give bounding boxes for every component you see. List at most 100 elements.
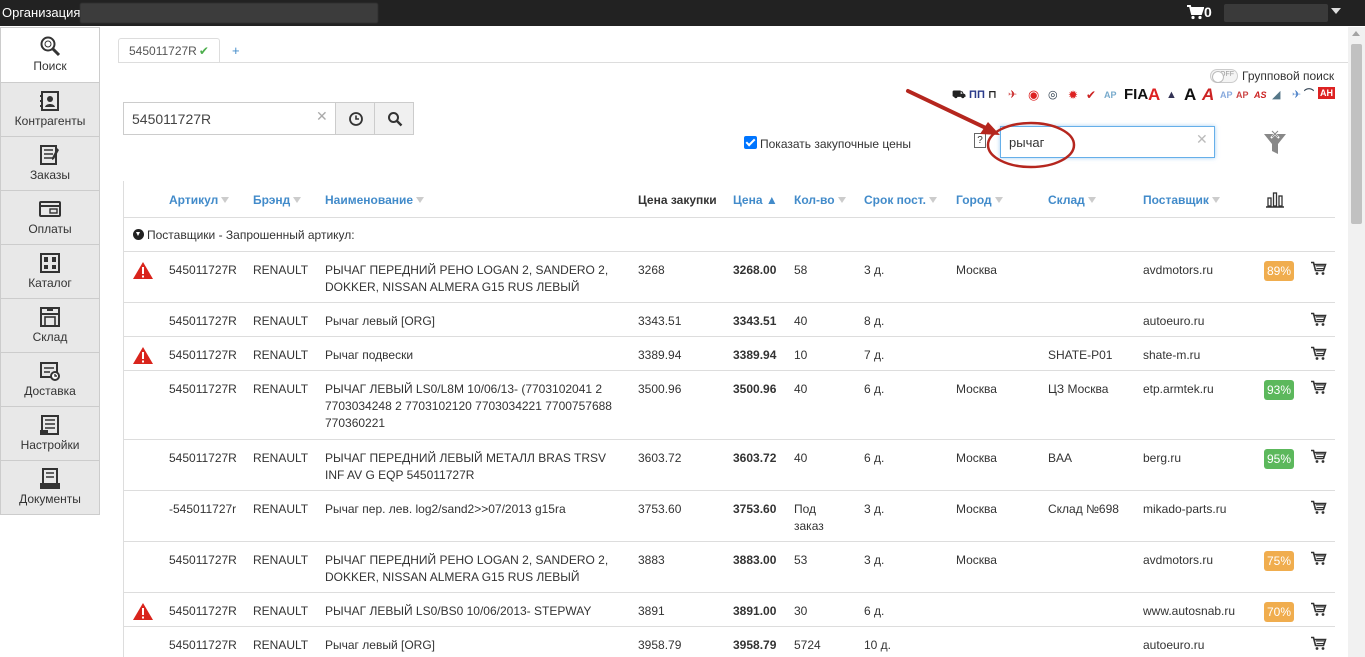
- column-header-supplier[interactable]: Поставщик: [1143, 193, 1220, 207]
- column-header-warehouse[interactable]: Склад: [1048, 193, 1096, 207]
- cell-qty: 5724: [794, 638, 821, 652]
- clear-icon[interactable]: ✕: [1196, 131, 1208, 148]
- brand-logo[interactable]: ✹: [1068, 86, 1078, 104]
- table-row[interactable]: 545011727R RENAULT Рычаг левый [ORG] 3343.5…: [124, 303, 1335, 337]
- cell-city: Москва: [956, 382, 997, 396]
- brand-logo[interactable]: ⊓: [988, 86, 997, 104]
- brand-logo[interactable]: ◢: [1272, 86, 1280, 104]
- user-menu[interactable]: [1224, 4, 1328, 22]
- cell-purchase: 3268: [638, 263, 665, 277]
- cell-term: 3 д.: [864, 502, 885, 516]
- brand-logo[interactable]: ✔: [1086, 86, 1096, 104]
- reset-filter-icon[interactable]: [1263, 128, 1287, 159]
- table-row[interactable]: 545011727R RENAULT РЫЧАГ ПЕРЕДНИЙ ЛЕВЫЙ МЕ…: [124, 440, 1335, 491]
- brand-logo[interactable]: A: [1184, 86, 1196, 104]
- rating-badge: 75%: [1264, 551, 1294, 571]
- brand-logo[interactable]: AP: [1104, 86, 1117, 104]
- search-button[interactable]: [374, 102, 414, 135]
- column-header-term[interactable]: Срок пост.: [864, 193, 937, 207]
- sidebar-item-orders[interactable]: Заказы: [0, 137, 100, 191]
- warning-icon: [132, 261, 154, 283]
- add-to-cart-icon[interactable]: [1310, 261, 1327, 279]
- cart-button[interactable]: 0: [1186, 4, 1212, 20]
- brand-logo[interactable]: ✈: [1292, 86, 1301, 104]
- table-row[interactable]: 545011727R RENAULT РЫЧАГ ЛЕВЫЙ LS0/L8M 10/…: [124, 371, 1335, 440]
- name-filter-input[interactable]: [1000, 126, 1215, 158]
- brand-logo[interactable]: FIA: [1124, 86, 1148, 104]
- add-to-cart-icon[interactable]: [1310, 449, 1327, 467]
- brand-logo[interactable]: AP: [1236, 86, 1249, 104]
- article-search: ✕: [123, 102, 414, 135]
- brand-logo[interactable]: ◉: [1028, 86, 1039, 104]
- cell-qty: 40: [794, 451, 808, 465]
- column-header-city[interactable]: Город: [956, 193, 1003, 207]
- vertical-scrollbar[interactable]: [1348, 27, 1365, 657]
- add-to-cart-icon[interactable]: [1310, 602, 1327, 620]
- show-purchase-prices-checkbox[interactable]: [744, 136, 757, 149]
- table-row[interactable]: 545011727R RENAULT РЫЧАГ ПЕРЕДНИЙ РЕНО LOG…: [124, 252, 1335, 303]
- brand-logo[interactable]: AS: [1254, 86, 1267, 104]
- org-selector[interactable]: [80, 3, 378, 23]
- brand-logo[interactable]: A: [1202, 86, 1214, 104]
- cell-supplier: berg.ru: [1143, 451, 1182, 465]
- chevron-down-icon[interactable]: [1331, 8, 1341, 14]
- sidebar-item-contacts[interactable]: Контрагенты: [0, 83, 100, 137]
- settings-icon: [40, 415, 59, 435]
- tab-search-result[interactable]: 545011727R ✔: [118, 38, 220, 63]
- column-header-qty[interactable]: Кол-во: [794, 193, 846, 207]
- clock-icon: [349, 112, 363, 126]
- sidebar-item-payments[interactable]: Оплаты: [0, 191, 100, 245]
- cell-price: 3603.72: [733, 451, 777, 465]
- add-to-cart-icon[interactable]: [1310, 500, 1327, 518]
- brand-logo[interactable]: ✈: [1008, 86, 1017, 104]
- brand-logo[interactable]: AH: [1318, 87, 1335, 99]
- sidebar-item-warehouse[interactable]: Склад: [0, 299, 100, 353]
- help-icon[interactable]: ?: [974, 133, 986, 148]
- brand-logo[interactable]: A: [1148, 86, 1160, 104]
- sidebar-item-delivery[interactable]: Доставка: [0, 353, 100, 407]
- brand-logo[interactable]: AP: [1220, 86, 1233, 104]
- brand-logo[interactable]: ΠΠ: [969, 86, 985, 104]
- brand-logo[interactable]: ⌒: [1304, 86, 1314, 104]
- table-row[interactable]: 545011727R RENAULT Рычаг подвески 3389.94 33…: [124, 337, 1335, 371]
- group-search-label: Групповой поиск: [1242, 69, 1335, 83]
- add-tab-button[interactable]: +: [232, 43, 240, 58]
- table-row[interactable]: 545011727R RENAULT РЫЧАГ ЛЕВЫЙ LS0/BS0 10/…: [124, 593, 1335, 627]
- cell-name: Рычаг левый [ORG]: [325, 314, 435, 328]
- brand-logo[interactable]: ⛟: [952, 86, 966, 104]
- supplier-group-header[interactable]: Поставщики - Запрошенный артикул:: [124, 218, 1335, 252]
- brand-logo[interactable]: ▲: [1166, 86, 1177, 104]
- bar-chart-icon[interactable]: [1265, 191, 1285, 208]
- orders-icon: [40, 145, 59, 165]
- sidebar-item-search[interactable]: Поиск: [0, 27, 100, 83]
- column-header-brand[interactable]: Брэнд: [253, 193, 302, 207]
- column-header-name[interactable]: Наименование: [325, 193, 425, 207]
- top-bar: Организация: 0: [0, 0, 1365, 26]
- add-to-cart-icon[interactable]: [1310, 551, 1327, 569]
- add-to-cart-icon[interactable]: [1310, 312, 1327, 330]
- column-header-price[interactable]: Цена ▲: [733, 193, 778, 207]
- brand-logo[interactable]: ◎: [1048, 86, 1058, 104]
- cell-purchase: 3883: [638, 553, 665, 567]
- scroll-up-icon[interactable]: [1352, 31, 1360, 36]
- table-row[interactable]: 545011727R RENAULT РЫЧАГ ПЕРЕДНИЙ РЕНО LOG…: [124, 542, 1335, 593]
- sidebar-item-documents[interactable]: Документы: [0, 461, 100, 515]
- search-input[interactable]: [123, 102, 336, 135]
- table-row[interactable]: 545011727R RENAULT Рычаг левый [ORG] 3958.7…: [124, 627, 1335, 657]
- column-header-article[interactable]: Артикул: [169, 193, 230, 207]
- scrollbar-thumb[interactable]: [1351, 44, 1362, 224]
- group-search-toggle[interactable]: OFF: [1210, 69, 1238, 83]
- table-row[interactable]: -545011727r RENAULT Рычаг пер. лев. log2/s…: [124, 491, 1335, 542]
- clear-icon[interactable]: ✕: [316, 108, 328, 125]
- sidebar-item-catalog[interactable]: Каталог: [0, 245, 100, 299]
- history-button[interactable]: [335, 102, 375, 135]
- show-purchase-prices-label[interactable]: Показать закупочные цены: [760, 137, 911, 151]
- results-table: Артикул Брэнд Наименование Цена закупки …: [123, 181, 1335, 657]
- add-to-cart-icon[interactable]: [1310, 636, 1327, 654]
- sidebar-item-settings[interactable]: Настройки: [0, 407, 100, 461]
- add-to-cart-icon[interactable]: [1310, 380, 1327, 398]
- cell-name: Рычаг подвески: [325, 348, 414, 362]
- cell-name: РЫЧАГ ЛЕВЫЙ LS0/L8M 10/06/13- (770310204…: [325, 382, 612, 430]
- add-to-cart-icon[interactable]: [1310, 346, 1327, 364]
- collapse-icon[interactable]: [133, 229, 144, 240]
